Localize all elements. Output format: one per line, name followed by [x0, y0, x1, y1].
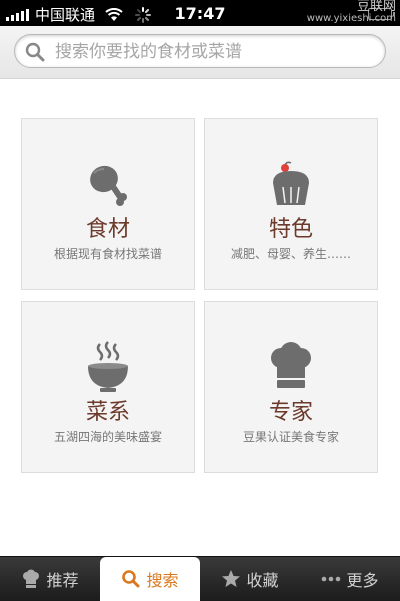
tab-more[interactable]: 更多 [300, 557, 400, 601]
tab-label: 收藏 [246, 571, 279, 590]
steaming-bowl-icon [80, 340, 136, 396]
watermark-text: 豆联网 [356, 0, 396, 14]
tab-label: 更多 [346, 571, 379, 590]
tab-bar: 推荐 搜索 收藏 更多 [0, 556, 400, 601]
tab-label: 推荐 [46, 571, 79, 590]
search-icon [25, 42, 45, 62]
card-experts[interactable]: 专家 豆果认证美食专家 [204, 301, 378, 473]
card-title: 菜系 [85, 400, 130, 425]
card-ingredients[interactable]: 食材 根据现有食材找菜谱 [21, 118, 195, 290]
card-subtitle: 五湖四海的美味盛宴 [53, 430, 162, 444]
tab-recommend[interactable]: 推荐 [0, 557, 100, 601]
tab-favorites[interactable]: 收藏 [200, 557, 300, 601]
chef-hat-icon [263, 340, 319, 396]
tab-search[interactable]: 搜索 [100, 557, 200, 601]
search-box[interactable] [14, 34, 386, 68]
star-icon [221, 569, 241, 589]
cupcake-icon [263, 157, 319, 213]
drumstick-icon [80, 157, 136, 213]
watermark-url: www.yixieshi.com [306, 13, 396, 24]
card-subtitle: 减肥、母婴、养生…… [230, 247, 351, 261]
card-features[interactable]: 特色 减肥、母婴、养生…… [204, 118, 378, 290]
watermark: 豆联网 www.yixieshi.com [306, 0, 396, 25]
tab-label: 搜索 [146, 571, 179, 590]
card-title: 特色 [268, 217, 313, 242]
search-input[interactable] [53, 37, 377, 67]
status-bar: 中国联通 17:47 豆联网 www.yixieshi.com [0, 0, 400, 26]
card-title: 专家 [268, 400, 313, 425]
card-subtitle: 豆果认证美食专家 [242, 430, 339, 444]
search-icon [121, 569, 141, 589]
chef-hat-icon [21, 569, 41, 589]
card-subtitle: 根据现有食材找菜谱 [53, 247, 162, 261]
search-header [0, 26, 400, 79]
card-title: 食材 [85, 217, 130, 242]
card-cuisines[interactable]: 菜系 五湖四海的美味盛宴 [21, 301, 195, 473]
more-dots-icon [321, 569, 341, 589]
